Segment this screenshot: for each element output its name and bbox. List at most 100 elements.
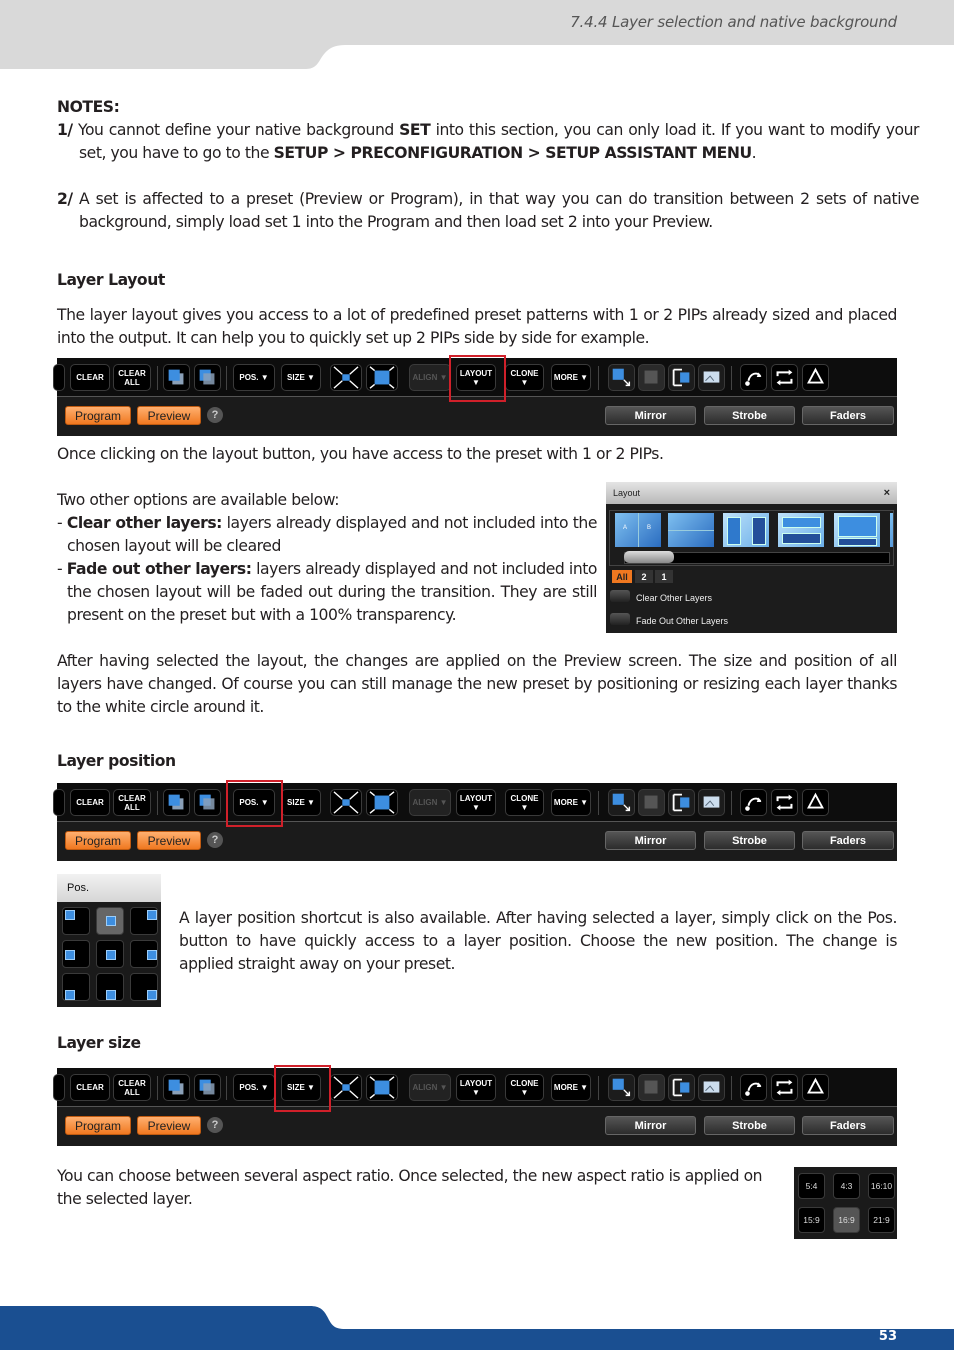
position-top-right[interactable]: [130, 907, 158, 935]
bring-front-icon[interactable]: [163, 364, 190, 391]
send-back-icon[interactable]: [194, 1074, 221, 1101]
swap-presets-icon[interactable]: [771, 1074, 798, 1101]
shrink-icon[interactable]: [330, 364, 362, 391]
clone-dropdown[interactable]: CLONE ▼: [505, 1074, 544, 1101]
clear-button[interactable]: CLEAR: [70, 364, 110, 391]
image-layer-icon[interactable]: [698, 1074, 725, 1101]
align-dropdown[interactable]: ALIGN ▼: [409, 789, 451, 816]
position-middle-left[interactable]: [62, 940, 90, 968]
layout-tab-all[interactable]: All: [612, 570, 632, 583]
layout-dropdown[interactable]: LAYOUT ▼: [456, 1074, 496, 1101]
layout-scroll-thumb[interactable]: [624, 551, 674, 563]
program-button[interactable]: Program: [65, 406, 131, 425]
position-bottom-left[interactable]: [62, 973, 90, 1001]
shrink-icon[interactable]: [330, 1074, 362, 1101]
more-dropdown[interactable]: MORE ▼: [551, 789, 591, 816]
position-bottom-right[interactable]: [130, 973, 158, 1001]
layer-ab-icon[interactable]: [638, 1074, 665, 1101]
close-icon[interactable]: ×: [884, 487, 890, 499]
undo-icon[interactable]: [740, 789, 767, 816]
clear-other-layers-toggle[interactable]: [610, 590, 630, 602]
layout-thumb-top-bottom[interactable]: [668, 513, 714, 547]
recycle-icon[interactable]: [802, 1074, 829, 1101]
strobe-button[interactable]: Strobe: [704, 1116, 795, 1135]
strobe-button[interactable]: Strobe: [704, 831, 795, 850]
fullscreen-icon[interactable]: [366, 1074, 398, 1101]
recycle-icon[interactable]: [802, 789, 829, 816]
clear-all-button[interactable]: CLEAR ALL: [113, 789, 151, 816]
clear-button[interactable]: CLEAR: [70, 789, 110, 816]
fade-out-other-layers-toggle[interactable]: [610, 613, 630, 625]
bring-front-icon[interactable]: [163, 1074, 190, 1101]
faders-button[interactable]: Faders: [802, 406, 894, 425]
more-dropdown[interactable]: MORE ▼: [551, 364, 591, 391]
pos-dropdown[interactable]: POS. ▼: [233, 364, 275, 391]
faders-button[interactable]: Faders: [802, 831, 894, 850]
help-icon[interactable]: ?: [207, 1117, 223, 1133]
aspect-ratio-option[interactable]: 15:9: [798, 1207, 825, 1233]
align-dropdown[interactable]: ALIGN ▼: [409, 1074, 451, 1101]
size-dropdown[interactable]: SIZE ▼: [281, 789, 321, 816]
undo-icon[interactable]: [740, 364, 767, 391]
clear-button[interactable]: CLEAR: [70, 1074, 110, 1101]
position-middle-right[interactable]: [130, 940, 158, 968]
clear-all-button[interactable]: CLEAR ALL: [113, 364, 151, 391]
layout-tab-1[interactable]: 1: [655, 570, 673, 583]
layout-dropdown[interactable]: LAYOUT ▼: [456, 789, 496, 816]
mirror-button[interactable]: Mirror: [605, 406, 696, 425]
help-icon[interactable]: ?: [207, 407, 223, 423]
pos-dropdown[interactable]: POS. ▼: [233, 1074, 275, 1101]
aspect-ratio-option[interactable]: 4:3: [833, 1173, 860, 1199]
send-back-icon[interactable]: [194, 789, 221, 816]
help-icon[interactable]: ?: [207, 832, 223, 848]
size-dropdown[interactable]: SIZE ▼: [281, 364, 321, 391]
aspect-ratio-option[interactable]: 21:9: [868, 1207, 895, 1233]
swap-presets-icon[interactable]: [771, 789, 798, 816]
mirror-button[interactable]: Mirror: [605, 831, 696, 850]
image-layer-icon[interactable]: [698, 789, 725, 816]
layout-thumb-partial[interactable]: [890, 513, 893, 547]
aspect-ratio-option[interactable]: 5:4: [798, 1173, 825, 1199]
layout-thumb-two-pip-vertical[interactable]: [723, 513, 769, 547]
swap-layer-icon[interactable]: [668, 789, 695, 816]
strobe-button[interactable]: Strobe: [704, 406, 795, 425]
align-dropdown[interactable]: ALIGN ▼: [409, 364, 451, 391]
preview-button[interactable]: Preview: [137, 831, 201, 850]
layout-thumb-side-by-side[interactable]: A B: [615, 513, 661, 547]
aspect-ratio-option[interactable]: 16:10: [868, 1173, 895, 1199]
resize-layer-icon[interactable]: [608, 1074, 635, 1101]
fullscreen-icon[interactable]: [366, 789, 398, 816]
swap-layer-icon[interactable]: [668, 364, 695, 391]
mirror-button[interactable]: Mirror: [605, 1116, 696, 1135]
swap-presets-icon[interactable]: [771, 364, 798, 391]
fullscreen-icon[interactable]: [366, 364, 398, 391]
position-bottom-center[interactable]: [96, 973, 124, 1001]
layer-ab-icon[interactable]: [638, 364, 665, 391]
resize-layer-icon[interactable]: [608, 789, 635, 816]
position-top-center[interactable]: [96, 907, 124, 935]
shrink-icon[interactable]: [330, 789, 362, 816]
recycle-icon[interactable]: [802, 364, 829, 391]
aspect-ratio-option[interactable]: 16:9: [833, 1207, 860, 1233]
clear-all-button[interactable]: CLEAR ALL: [113, 1074, 151, 1101]
bring-front-icon[interactable]: [163, 789, 190, 816]
layout-thumb-large-small[interactable]: [834, 513, 880, 547]
image-layer-icon[interactable]: [698, 364, 725, 391]
faders-button[interactable]: Faders: [802, 1116, 894, 1135]
undo-icon[interactable]: [740, 1074, 767, 1101]
more-dropdown[interactable]: MORE ▼: [551, 1074, 591, 1101]
program-button[interactable]: Program: [65, 1116, 131, 1135]
preview-button[interactable]: Preview: [137, 406, 201, 425]
program-button[interactable]: Program: [65, 831, 131, 850]
clone-dropdown[interactable]: CLONE ▼: [505, 364, 544, 391]
layout-tab-2[interactable]: 2: [635, 570, 653, 583]
resize-layer-icon[interactable]: [608, 364, 635, 391]
position-top-left[interactable]: [62, 907, 90, 935]
clone-dropdown[interactable]: CLONE ▼: [505, 789, 544, 816]
preview-button[interactable]: Preview: [137, 1116, 201, 1135]
swap-layer-icon[interactable]: [668, 1074, 695, 1101]
position-center[interactable]: [96, 940, 124, 968]
layer-ab-icon[interactable]: [638, 789, 665, 816]
layout-thumb-two-pip-horizontal[interactable]: [778, 513, 824, 547]
send-back-icon[interactable]: [194, 364, 221, 391]
